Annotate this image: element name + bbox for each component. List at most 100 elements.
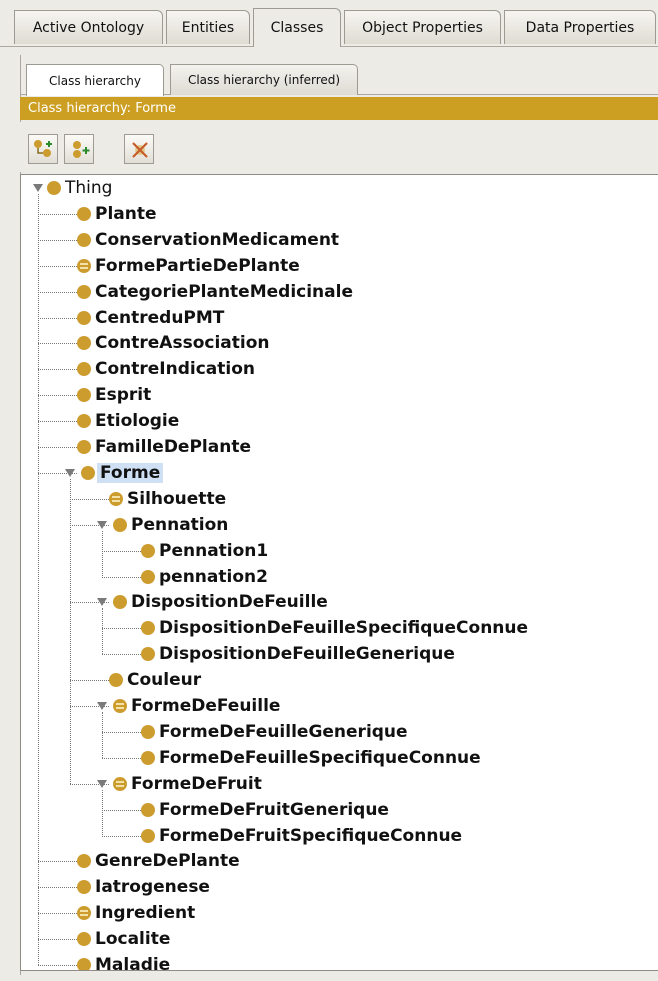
tree-connector-line bbox=[102, 835, 141, 837]
expand-toggle-icon[interactable] bbox=[97, 779, 107, 789]
tab-entities[interactable]: Entities bbox=[166, 10, 250, 44]
tree-connector-line bbox=[38, 239, 77, 241]
tree-node-thing[interactable]: Thing bbox=[47, 175, 112, 201]
tree-node-dispositiondefeuille[interactable]: DispositionDeFeuille bbox=[113, 589, 328, 615]
tree-node-label: FamilleDePlante bbox=[95, 437, 251, 457]
tab-object-properties[interactable]: Object Properties bbox=[344, 10, 501, 44]
defined-class-icon bbox=[113, 776, 127, 791]
tree-node-label: ContreIndication bbox=[95, 359, 256, 380]
tree-node-label: DispositionDeFeuilleSpecifiqueConnue bbox=[159, 618, 529, 639]
class-tree[interactable]: Thing Plante ConservationMedicament FormePa… bbox=[20, 174, 658, 971]
tree-node-label: Localite bbox=[95, 929, 171, 950]
add-sibling-button[interactable] bbox=[64, 134, 94, 164]
class-icon bbox=[77, 958, 91, 970]
add-sibling-icon bbox=[73, 141, 90, 158]
expand-toggle-icon[interactable] bbox=[97, 520, 107, 530]
tree-node-contreassociation[interactable]: ContreAssociation bbox=[77, 330, 269, 356]
class-icon bbox=[47, 181, 61, 195]
tree-node-label: Etiologie bbox=[95, 411, 180, 432]
tab-class-hierarchy-inferred[interactable]: Class hierarchy (inferred) bbox=[170, 64, 358, 95]
tree-node-iatrogenese[interactable]: Iatrogenese bbox=[77, 874, 210, 900]
add-subclass-button[interactable] bbox=[28, 134, 58, 164]
expand-toggle-icon[interactable] bbox=[97, 597, 107, 607]
tree-node-pennation1[interactable]: Pennation1 bbox=[141, 538, 268, 564]
tree-node-silhouette[interactable]: Silhouette bbox=[109, 486, 226, 512]
tree-connector-line bbox=[102, 628, 141, 630]
tab-data-properties[interactable]: Data Properties bbox=[504, 10, 656, 44]
tree-connector-line bbox=[102, 608, 103, 655]
tree-node-label: ConservationMedicament bbox=[95, 229, 340, 250]
tree-node-formedefruit[interactable]: FormeDeFruit bbox=[113, 771, 262, 797]
tree-node-dispositiondefeuillegenerique[interactable]: DispositionDeFeuilleGenerique bbox=[141, 641, 455, 667]
tree-node-ingredient[interactable]: Ingredient bbox=[77, 900, 195, 926]
expand-toggle-icon[interactable] bbox=[33, 183, 43, 193]
tree-node-label: Pennation1 bbox=[159, 540, 269, 561]
tree-node-label: DispositionDeFeuille bbox=[131, 592, 328, 613]
tree-node-label: Plante bbox=[95, 203, 157, 224]
class-icon bbox=[141, 724, 155, 739]
tree-connector-line bbox=[102, 530, 103, 577]
class-icon bbox=[141, 802, 155, 817]
tree-node-label: CategoriePlanteMedicinale bbox=[95, 281, 353, 302]
class-icon bbox=[141, 621, 155, 636]
class-icon bbox=[77, 854, 91, 869]
tree-node-genredeplante[interactable]: GenreDePlante bbox=[77, 848, 240, 874]
tree-node-categorieplantemedicinale[interactable]: CategoriePlanteMedicinale bbox=[77, 279, 353, 305]
delete-class-button[interactable] bbox=[124, 134, 154, 164]
tab-classes[interactable]: Classes bbox=[253, 8, 341, 47]
tree-node-conservationmedicament[interactable]: ConservationMedicament bbox=[77, 227, 339, 253]
class-icon bbox=[81, 465, 95, 480]
tree-connector-line bbox=[38, 395, 77, 397]
tree-connector-line bbox=[38, 369, 77, 371]
tab-class-hierarchy[interactable]: Class hierarchy bbox=[26, 64, 164, 96]
expand-toggle-icon[interactable] bbox=[97, 701, 107, 711]
tree-connector-line bbox=[38, 887, 77, 889]
tree-node-localite[interactable]: Localite bbox=[77, 926, 170, 952]
defined-class-icon bbox=[77, 906, 91, 921]
tree-node-formedefeuillegenerique[interactable]: FormeDeFeuilleGenerique bbox=[141, 719, 408, 745]
tree-node-maladie[interactable]: Maladie bbox=[77, 952, 170, 970]
tree-node-esprit[interactable]: Esprit bbox=[77, 382, 151, 408]
tree-connector-line bbox=[102, 576, 141, 578]
tree-node-label: Esprit bbox=[95, 385, 152, 406]
class-icon bbox=[77, 362, 91, 377]
class-icon bbox=[141, 750, 155, 765]
tree-node-couleur[interactable]: Couleur bbox=[109, 667, 201, 693]
tree-node-label: pennation2 bbox=[159, 566, 268, 587]
tree-node-dispositiondefeuillespecifiqueconnue[interactable]: DispositionDeFeuilleSpecifiqueConnue bbox=[141, 615, 528, 641]
tree-connector-line bbox=[38, 317, 77, 319]
tree-node-label: Couleur bbox=[127, 670, 202, 691]
tree-node-etiologie[interactable]: Etiologie bbox=[77, 408, 179, 434]
tree-node-formedefruitgenerique[interactable]: FormeDeFruitGenerique bbox=[141, 797, 389, 823]
tree-connector-line bbox=[102, 789, 103, 836]
tab-active-ontology[interactable]: Active Ontology bbox=[14, 10, 163, 44]
tree-node-formedefruitspecifiqueconnue[interactable]: FormeDeFruitSpecifiqueConnue bbox=[141, 823, 462, 849]
tree-node-contreindication[interactable]: ContreIndication bbox=[77, 356, 255, 382]
tree-node-label: FormeDeFruit bbox=[131, 773, 262, 794]
tree-node-pennation[interactable]: Pennation bbox=[113, 512, 228, 538]
tree-node-centredupmt[interactable]: CentreduPMT bbox=[77, 305, 224, 331]
tree-node-label: Silhouette bbox=[127, 488, 227, 509]
tree-node-label: FormeDeFeuilleSpecifiqueConnue bbox=[159, 747, 481, 768]
defined-class-icon bbox=[77, 258, 91, 273]
tree-node-pennation2[interactable]: pennation2 bbox=[141, 564, 268, 590]
tree-node-formedefeuillespecifiqueconnue[interactable]: FormeDeFeuilleSpecifiqueConnue bbox=[141, 745, 481, 771]
tree-node-label: FormeDeFruitSpecifiqueConnue bbox=[159, 825, 463, 846]
defined-class-icon bbox=[113, 699, 127, 713]
tree-node-formedefeuille[interactable]: FormeDeFeuille bbox=[113, 693, 280, 719]
tree-connector-line bbox=[38, 447, 77, 448]
class-icon bbox=[77, 284, 91, 299]
tree-connector-line bbox=[102, 712, 103, 758]
class-icon bbox=[141, 543, 155, 558]
class-icon bbox=[77, 880, 91, 895]
tree-node-familledeplante[interactable]: FamilleDePlante bbox=[77, 434, 251, 460]
class-icon bbox=[77, 336, 91, 351]
expand-toggle-icon[interactable] bbox=[65, 468, 75, 478]
tree-connector-line bbox=[102, 809, 141, 811]
class-icon bbox=[113, 595, 127, 610]
tree-node-formepartiedeplante[interactable]: FormePartieDePlante bbox=[77, 253, 300, 279]
delete-class-icon bbox=[132, 142, 148, 158]
class-icon bbox=[141, 828, 155, 843]
tree-node-forme[interactable]: Forme bbox=[81, 460, 164, 486]
tree-node-plante[interactable]: Plante bbox=[77, 201, 157, 227]
